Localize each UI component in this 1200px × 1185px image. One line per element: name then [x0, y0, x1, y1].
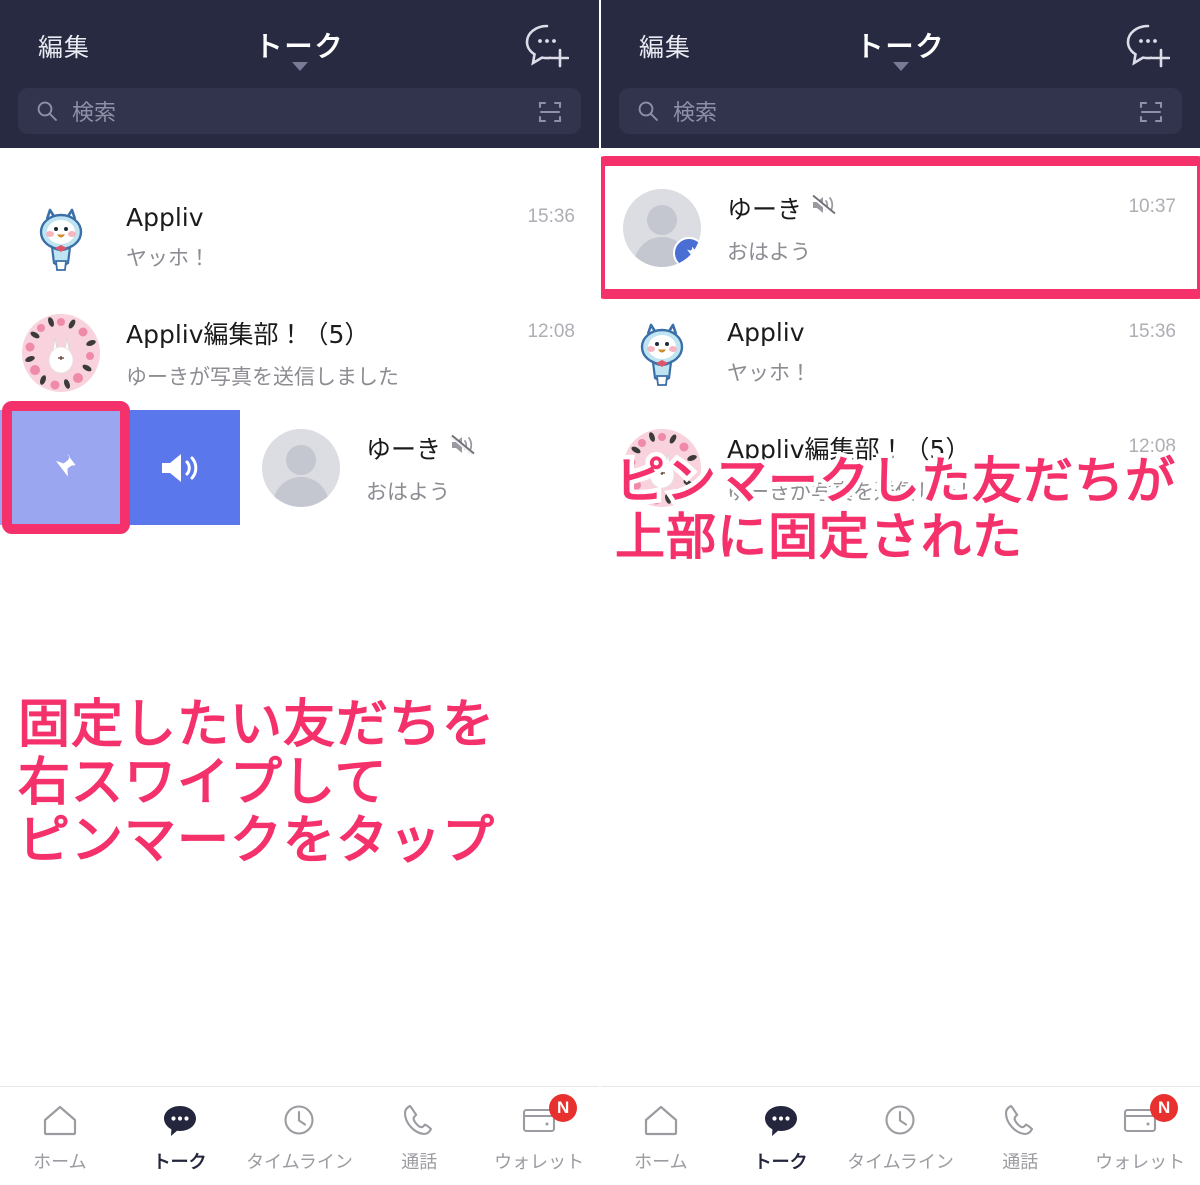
avatar-body: [273, 476, 329, 507]
tab-label: ウォレット: [494, 1152, 585, 1173]
search-icon: [36, 100, 58, 122]
tab-label: トーク: [152, 1152, 207, 1173]
app-header-left: 編集 トーク: [0, 0, 599, 88]
tab-label: ウォレット: [1095, 1152, 1186, 1173]
tab-timeline[interactable]: タイムライン: [841, 1098, 961, 1174]
tab-timeline[interactable]: タイムライン: [240, 1098, 360, 1174]
chat-time: 15:36: [527, 206, 575, 227]
chat-time: 10:37: [1128, 196, 1176, 217]
appliv-bird-avatar: [623, 313, 701, 392]
wallet-icon: [479, 1098, 599, 1142]
default-person-avatar: [623, 188, 701, 267]
new-chat-icon[interactable]: [1118, 22, 1171, 70]
unmute-action-button[interactable]: [120, 410, 240, 525]
chat-name: ゆーき: [366, 434, 442, 464]
tab-label: 通話: [401, 1152, 438, 1173]
panel-divider: [599, 0, 601, 1185]
table-row[interactable]: Appliv ヤッホ！ 15:36: [601, 295, 1200, 410]
chat-bubble-icon: [120, 1098, 240, 1142]
appliv-bird-avatar: [22, 198, 100, 277]
default-person-avatar: [262, 428, 340, 507]
mute-icon: [449, 433, 475, 462]
home-icon: [0, 1098, 120, 1142]
table-row[interactable]: ゆーき おはよう: [0, 410, 599, 525]
chat-name: Appliv編集部！（5）: [126, 319, 370, 349]
tab-call[interactable]: 通話: [960, 1098, 1080, 1174]
wallet-icon: [1080, 1098, 1200, 1142]
tab-label: タイムライン: [246, 1152, 353, 1173]
table-row[interactable]: Appliv ヤッホ！ 15:36: [0, 180, 599, 295]
phone-icon: [359, 1098, 479, 1142]
tutorial-screenshot-pair: 編集 トーク 検索 Appliv ヤッホ！ 15:36 Appliv編集部！（5…: [0, 0, 1200, 1185]
tab-wallet[interactable]: N ウォレット: [1080, 1094, 1200, 1174]
chevron-down-icon[interactable]: [291, 62, 308, 71]
chat-preview: ヤッホ！: [727, 361, 811, 385]
pin-badge-icon: [673, 236, 701, 267]
chat-time: 12:08: [527, 321, 575, 342]
tab-label: ホーム: [634, 1152, 688, 1173]
search-input[interactable]: 検索: [18, 88, 581, 134]
annotation-left: 固定したい友だちを 右スワイプして ピンマークをタップ: [13, 691, 498, 875]
tab-home[interactable]: ホーム: [0, 1098, 120, 1174]
tab-label: トーク: [753, 1152, 808, 1173]
tab-talk[interactable]: トーク: [721, 1098, 841, 1174]
search-icon: [637, 100, 659, 122]
app-header-right: 編集 トーク: [601, 0, 1200, 88]
chat-preview: ゆーきが写真を送信しました: [126, 364, 399, 389]
bottom-tab-bar-left: ホーム トーク タイムライン 通話 N ウォレット: [0, 1086, 599, 1185]
chat-list-left: Appliv ヤッホ！ 15:36 Appliv編集部！（5） ゆーきが写真を送…: [0, 148, 599, 1146]
tab-talk[interactable]: トーク: [120, 1098, 240, 1174]
tab-wallet[interactable]: N ウォレット: [479, 1094, 599, 1174]
chat-name: ゆーき: [727, 194, 803, 224]
left-screen: 編集 トーク 検索 Appliv ヤッホ！ 15:36 Appliv編集部！（5…: [0, 0, 599, 1185]
tab-call[interactable]: 通話: [359, 1098, 479, 1174]
search-input[interactable]: 検索: [619, 88, 1182, 134]
status-badge: N: [549, 1094, 578, 1122]
table-row[interactable]: Appliv編集部！（5） ゆーきが写真を送信しました 12:08: [0, 295, 599, 410]
new-chat-icon[interactable]: [517, 22, 570, 70]
search-placeholder: 検索: [673, 101, 718, 126]
chat-name: Appliv: [727, 318, 805, 347]
tab-label: 通話: [1002, 1152, 1039, 1173]
cony-floral-avatar: [22, 313, 100, 392]
row-text: ゆーき おはよう: [366, 430, 599, 506]
page-title: トーク: [855, 30, 946, 63]
chevron-down-icon[interactable]: [892, 62, 909, 71]
pin-action-button[interactable]: [0, 410, 120, 525]
chat-preview: おはよう: [727, 239, 811, 264]
qr-scan-icon[interactable]: [1138, 99, 1164, 125]
right-screen: 編集 トーク 検索 ゆーき おはよう 10:37 Appliv ヤッホ！ 15:…: [601, 0, 1200, 1185]
phone-icon: [960, 1098, 1080, 1142]
swipe-action-group: [0, 410, 240, 525]
chat-bubble-icon: [721, 1098, 841, 1142]
search-area-right: 検索: [601, 88, 1200, 148]
page-title: トーク: [254, 30, 345, 63]
status-badge: N: [1150, 1094, 1179, 1122]
chat-preview: ヤッホ！: [126, 246, 210, 270]
tab-home[interactable]: ホーム: [601, 1098, 721, 1174]
search-placeholder: 検索: [72, 101, 117, 126]
annotation-right: ピンマークした友だちが 上部に固定された: [611, 449, 1180, 570]
tab-label: ホーム: [33, 1152, 87, 1173]
chat-name: Appliv: [126, 203, 204, 232]
tab-label: タイムライン: [847, 1152, 954, 1173]
bottom-tab-bar-right: ホーム トーク タイムライン 通話 N ウォレット: [601, 1086, 1200, 1185]
mute-icon: [810, 193, 836, 222]
chat-preview: おはよう: [366, 479, 450, 504]
avatar-head: [647, 204, 677, 235]
qr-scan-icon[interactable]: [537, 99, 563, 125]
avatar-head: [286, 444, 316, 475]
chat-list-right: ゆーき おはよう 10:37 Appliv ヤッホ！ 15:36 Appliv編…: [601, 148, 1200, 1146]
chat-time: 15:36: [1128, 321, 1176, 342]
clock-icon: [240, 1098, 360, 1142]
home-icon: [601, 1098, 721, 1142]
search-area-left: 検索: [0, 88, 599, 148]
clock-icon: [841, 1098, 961, 1142]
table-row[interactable]: ゆーき おはよう 10:37: [601, 170, 1200, 285]
